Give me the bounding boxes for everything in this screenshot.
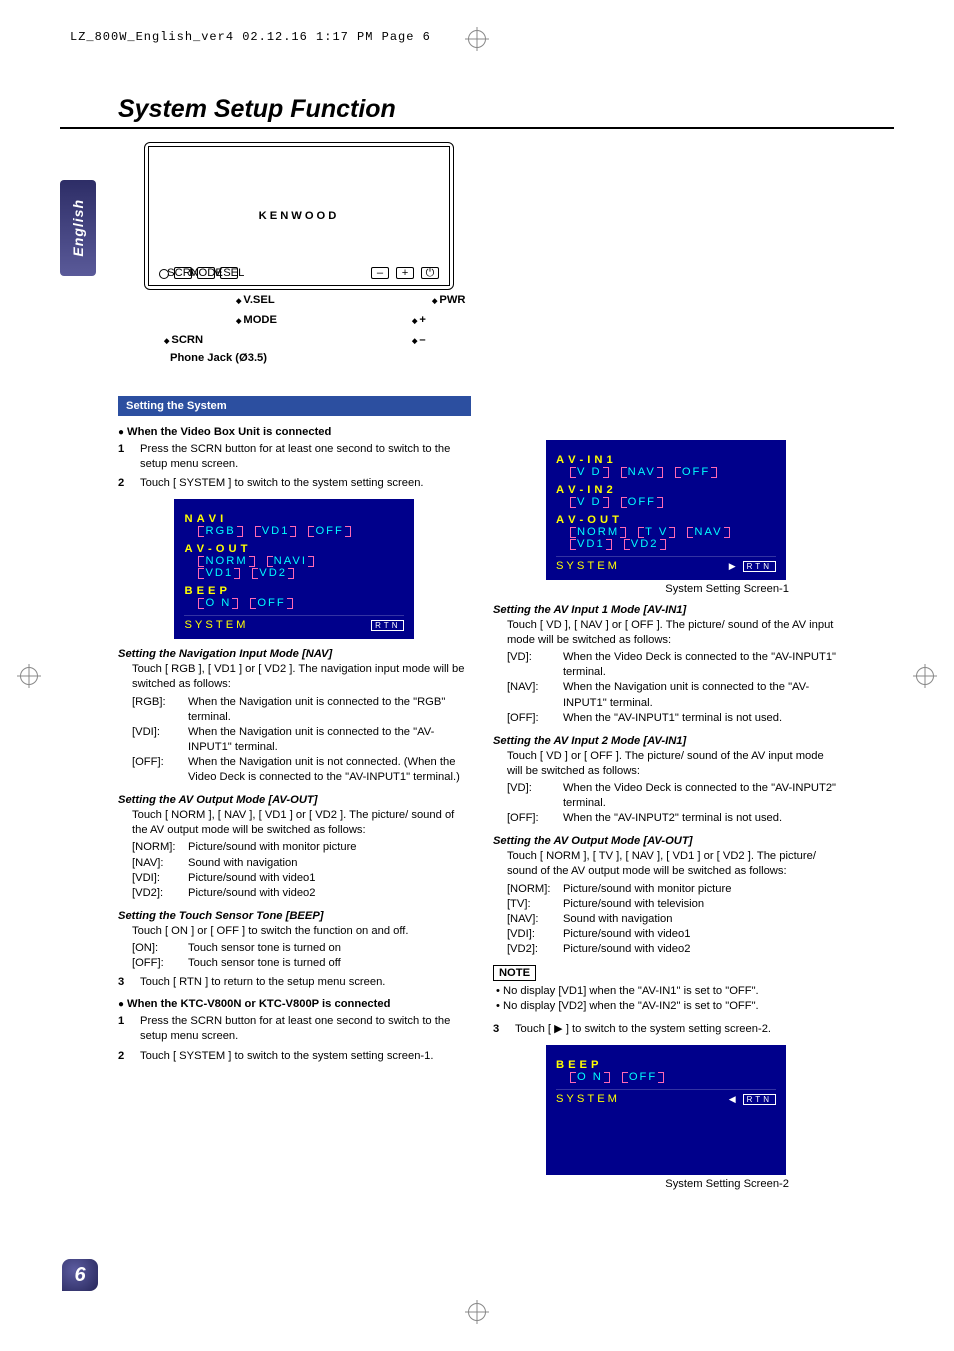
avin2-deflist: [VD]:When the Video Deck is connected to… [507, 781, 839, 826]
mode-label: MODE [236, 314, 277, 326]
step-2-text: Touch [ SYSTEM ] to switch to the system… [140, 476, 471, 491]
crop-mark-bottom [468, 1303, 486, 1321]
step-3-right-text: Touch [ ▶ ] to switch to the system sett… [515, 1022, 839, 1037]
device-diagram: KENWOOD SCRN MODE V.SEL – + ⏻ [144, 142, 454, 290]
setting-system-bar: Setting the System [118, 396, 471, 416]
plus-button-icon: + [396, 267, 414, 279]
step-3-right: 3Touch [ ▶ ] to switch to the system set… [493, 1022, 839, 1037]
step-b2: 2Touch [ SYSTEM ] to switch to the syste… [118, 1049, 471, 1064]
avout-right-subhead: Setting the AV Output Mode [AV-OUT] [493, 835, 839, 847]
pwr-label: PWR [432, 294, 466, 306]
avout-right-deflist: [NORM]:Picture/sound with monitor pictur… [507, 882, 839, 958]
crop-mark-right [916, 667, 934, 685]
screen2-caption: System Setting Screen-2 [493, 1178, 789, 1190]
step-3-left-text: Touch [ RTN ] to return to the setup men… [140, 975, 471, 990]
beep-intro: Touch [ ON ] or [ OFF ] to switch the fu… [132, 924, 471, 939]
step-b1: 1Press the SCRN button for at least one … [118, 1014, 471, 1044]
avin1-intro: Touch [ VD ], [ NAV ] or [ OFF ]. The pi… [507, 618, 839, 648]
avout-left-subhead: Setting the AV Output Mode [AV-OUT] [118, 794, 471, 806]
plus-label: + [412, 314, 426, 326]
step-b2-text: Touch [ SYSTEM ] to switch to the system… [140, 1049, 471, 1064]
vsel-button-icon: V.SEL [220, 267, 238, 279]
nav-intro: Touch [ RGB ], [ VD1 ] or [ VD2 ]. The n… [132, 662, 471, 692]
avin2-intro: Touch [ VD ] or [ OFF ]. The picture/ so… [507, 749, 839, 779]
step-1-text: Press the SCRN button for at least one s… [140, 442, 471, 472]
language-tab-label: English [70, 199, 86, 257]
nav-subhead: Setting the Navigation Input Mode [NAV] [118, 648, 471, 660]
step-b1-text: Press the SCRN button for at least one s… [140, 1014, 471, 1044]
avin1-deflist: [VD]:When the Video Deck is connected to… [507, 650, 839, 726]
avout-left-intro: Touch [ NORM ], [ NAV ], [ VD1 ] or [ VD… [132, 808, 471, 838]
beep-deflist: [ON]:Touch sensor tone is turned on[OFF]… [132, 941, 471, 971]
system-setting-screen-1: AV-IN1V DNAVOFFAV-IN2V DOFFAV-OUTNORMT V… [546, 440, 786, 580]
system-setting-screen-2: BEEPO NOFFSYSTEM◀RTN [546, 1045, 786, 1175]
notes-list: No display [VD1] when the "AV-IN1" is se… [493, 984, 839, 1014]
step-3-left: 3Touch [ RTN ] to return to the setup me… [118, 975, 471, 990]
sub-a-heading: When the Video Box Unit is connected [118, 426, 471, 438]
note-label: NOTE [493, 965, 536, 981]
vsel-label: V.SEL [236, 294, 275, 306]
avin2-subhead: Setting the AV Input 2 Mode [AV-IN1] [493, 735, 839, 747]
nav-deflist: [RGB]:When the Navigation unit is connec… [132, 695, 471, 786]
beep-subhead: Setting the Touch Sensor Tone [BEEP] [118, 910, 471, 922]
avin1-subhead: Setting the AV Input 1 Mode [AV-IN1] [493, 604, 839, 616]
minus-button-icon: – [371, 267, 389, 279]
phone-jack-label: Phone Jack (Ø3.5) [170, 352, 267, 364]
print-header: LZ_800W_English_ver4 02.12.16 1:17 PM Pa… [70, 30, 431, 44]
avout-right-intro: Touch [ NORM ], [ TV ], [ NAV ], [ VD1 ]… [507, 849, 839, 879]
language-tab: English [60, 180, 96, 276]
title-rule [60, 127, 894, 129]
step-2: 2Touch [ SYSTEM ] to switch to the syste… [118, 476, 471, 491]
brand-label: KENWOOD [259, 210, 340, 222]
setup-screen-left: NAVIRGBVD1OFFAV-OUTNORMNAVIVD1VD2BEEPO N… [174, 499, 414, 639]
step-1: 1Press the SCRN button for at least one … [118, 442, 471, 472]
crop-mark-top [468, 30, 486, 48]
section-title: System Setup Function [118, 95, 396, 124]
pwr-button-icon: ⏻ [421, 267, 439, 279]
mode-button-icon: MODE [197, 267, 215, 279]
avout-left-deflist: [NORM]:Picture/sound with monitor pictur… [132, 840, 471, 900]
page-number: 6 [62, 1259, 98, 1291]
minus-label: – [412, 334, 426, 346]
screen1-caption: System Setting Screen-1 [493, 583, 789, 595]
sub-b-heading: When the KTC-V800N or KTC-V800P is conne… [118, 998, 471, 1010]
scrn-label: SCRN [164, 334, 203, 346]
crop-mark-left [20, 667, 38, 685]
